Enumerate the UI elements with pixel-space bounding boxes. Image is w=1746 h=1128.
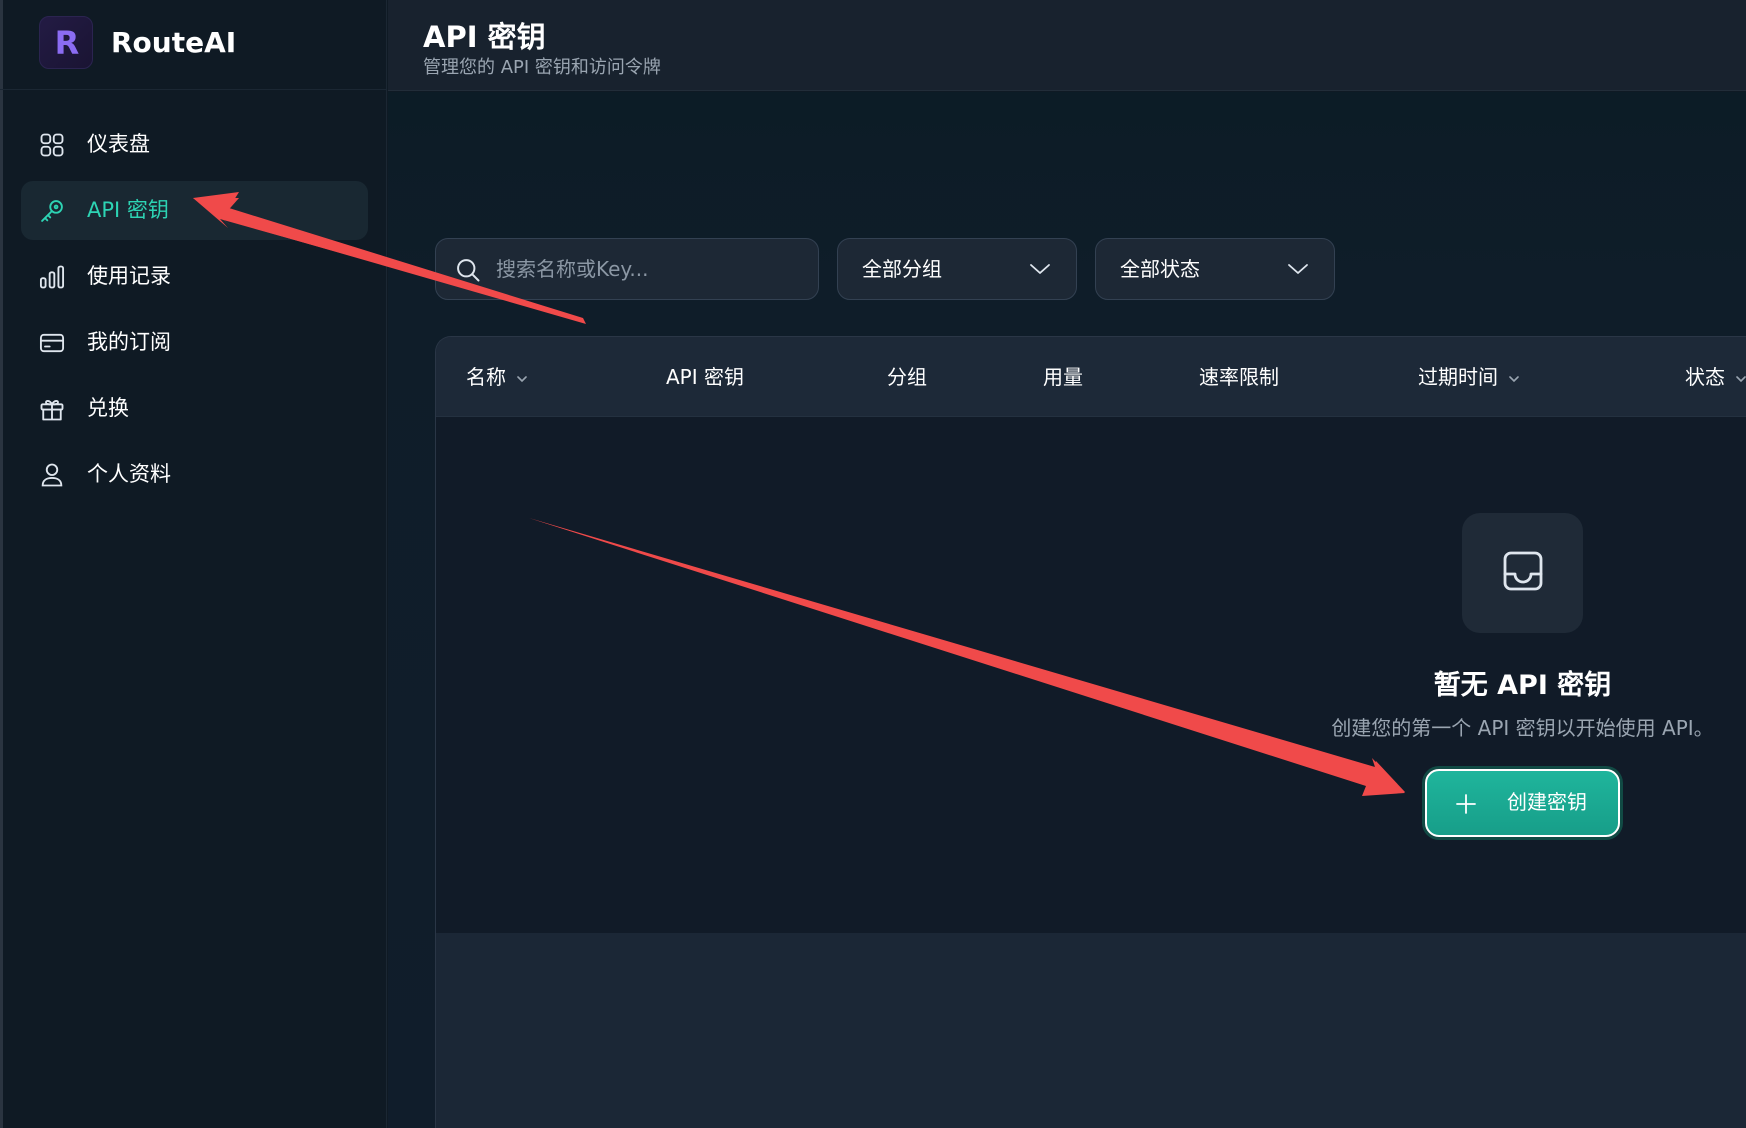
column-label: 名称 [466, 365, 506, 389]
status-select-value: 全部状态 [1120, 257, 1200, 281]
column-header-name[interactable]: 名称 [466, 337, 528, 417]
column-label: 过期时间 [1418, 365, 1498, 389]
column-label: API 密钥 [666, 365, 744, 389]
credit-card-icon [39, 333, 65, 353]
column-header-group: 分组 [887, 337, 927, 417]
window-edge [0, 0, 3, 1128]
column-label: 分组 [887, 365, 927, 389]
search-box [435, 238, 819, 300]
page-subtitle: 管理您的 API 密钥和访问令牌 [423, 57, 661, 78]
app-window: R RouteAI 仪表盘 API 密钥 使用记录 我的订阅 兑换 个人资料 A… [0, 0, 1746, 1128]
sort-chevron-icon [1509, 375, 1519, 382]
column-header-expiry[interactable]: 过期时间 [1418, 337, 1520, 417]
sidebar-item-redeem[interactable]: 兑换 [21, 379, 368, 438]
sidebar-item-usage[interactable]: 使用记录 [21, 247, 368, 306]
gift-icon [40, 399, 64, 421]
app-name: RouteAI [111, 26, 237, 59]
search-icon [457, 259, 480, 282]
column-label: 用量 [1043, 365, 1083, 389]
create-key-button-label: 创建密钥 [1507, 792, 1587, 814]
inbox-icon [1503, 551, 1543, 591]
column-header-status[interactable]: 状态 [1685, 337, 1746, 417]
create-key-button[interactable]: 创建密钥 [1425, 769, 1620, 837]
search-input[interactable] [496, 239, 806, 299]
bar-chart-icon [39, 265, 65, 289]
page-title: API 密钥 [423, 20, 546, 54]
column-label: 状态 [1685, 365, 1725, 389]
brand-header: R RouteAI [0, 0, 387, 90]
page-header: API 密钥 管理您的 API 密钥和访问令牌 [388, 0, 1746, 91]
empty-state-icon-box [1462, 513, 1583, 633]
status-select[interactable]: 全部状态 [1095, 238, 1335, 300]
column-header-usage: 用量 [1043, 337, 1083, 417]
empty-state-description: 创建您的第一个 API 密钥以开始使用 API。 [1331, 716, 1714, 740]
chevron-down-icon [1030, 264, 1050, 274]
sidebar-item-label: 我的订阅 [87, 330, 171, 354]
plus-icon [1456, 794, 1476, 814]
sidebar-item-label: API 密钥 [87, 198, 169, 222]
user-icon [41, 463, 63, 487]
column-label: 速率限制 [1199, 365, 1279, 389]
sidebar-item-label: 使用记录 [87, 264, 171, 288]
sidebar-item-dashboard[interactable]: 仪表盘 [21, 115, 368, 174]
sidebar-item-subscription[interactable]: 我的订阅 [21, 313, 368, 372]
sidebar-item-api-keys[interactable]: API 密钥 [21, 181, 368, 240]
sidebar-item-label: 兑换 [87, 396, 129, 420]
sort-chevron-icon [1736, 375, 1746, 382]
grid-icon [40, 133, 64, 157]
chevron-down-icon [1288, 264, 1308, 274]
sidebar-item-label: 仪表盘 [87, 132, 150, 156]
column-header-rate-limit: 速率限制 [1199, 337, 1279, 417]
key-icon [41, 200, 63, 222]
sidebar-item-label: 个人资料 [87, 462, 171, 486]
api-keys-table: 名称 API 密钥 分组 用量 速率限制 过期时间 状态 暂无 API 密钥 创… [435, 336, 1746, 1128]
sidebar: R RouteAI 仪表盘 API 密钥 使用记录 我的订阅 兑换 个人资料 [0, 0, 387, 1128]
empty-state-title: 暂无 API 密钥 [1433, 670, 1612, 701]
table-header: 名称 API 密钥 分组 用量 速率限制 过期时间 状态 [436, 337, 1746, 417]
column-header-api-key: API 密钥 [666, 337, 744, 417]
logo-letter: R [54, 24, 80, 62]
sidebar-item-profile[interactable]: 个人资料 [21, 445, 368, 504]
app-logo[interactable]: R [39, 16, 93, 69]
group-select-value: 全部分组 [862, 257, 942, 281]
group-select[interactable]: 全部分组 [837, 238, 1077, 300]
sort-chevron-icon [517, 375, 527, 382]
table-body: 暂无 API 密钥 创建您的第一个 API 密钥以开始使用 API。 创建密钥 [436, 417, 1746, 933]
